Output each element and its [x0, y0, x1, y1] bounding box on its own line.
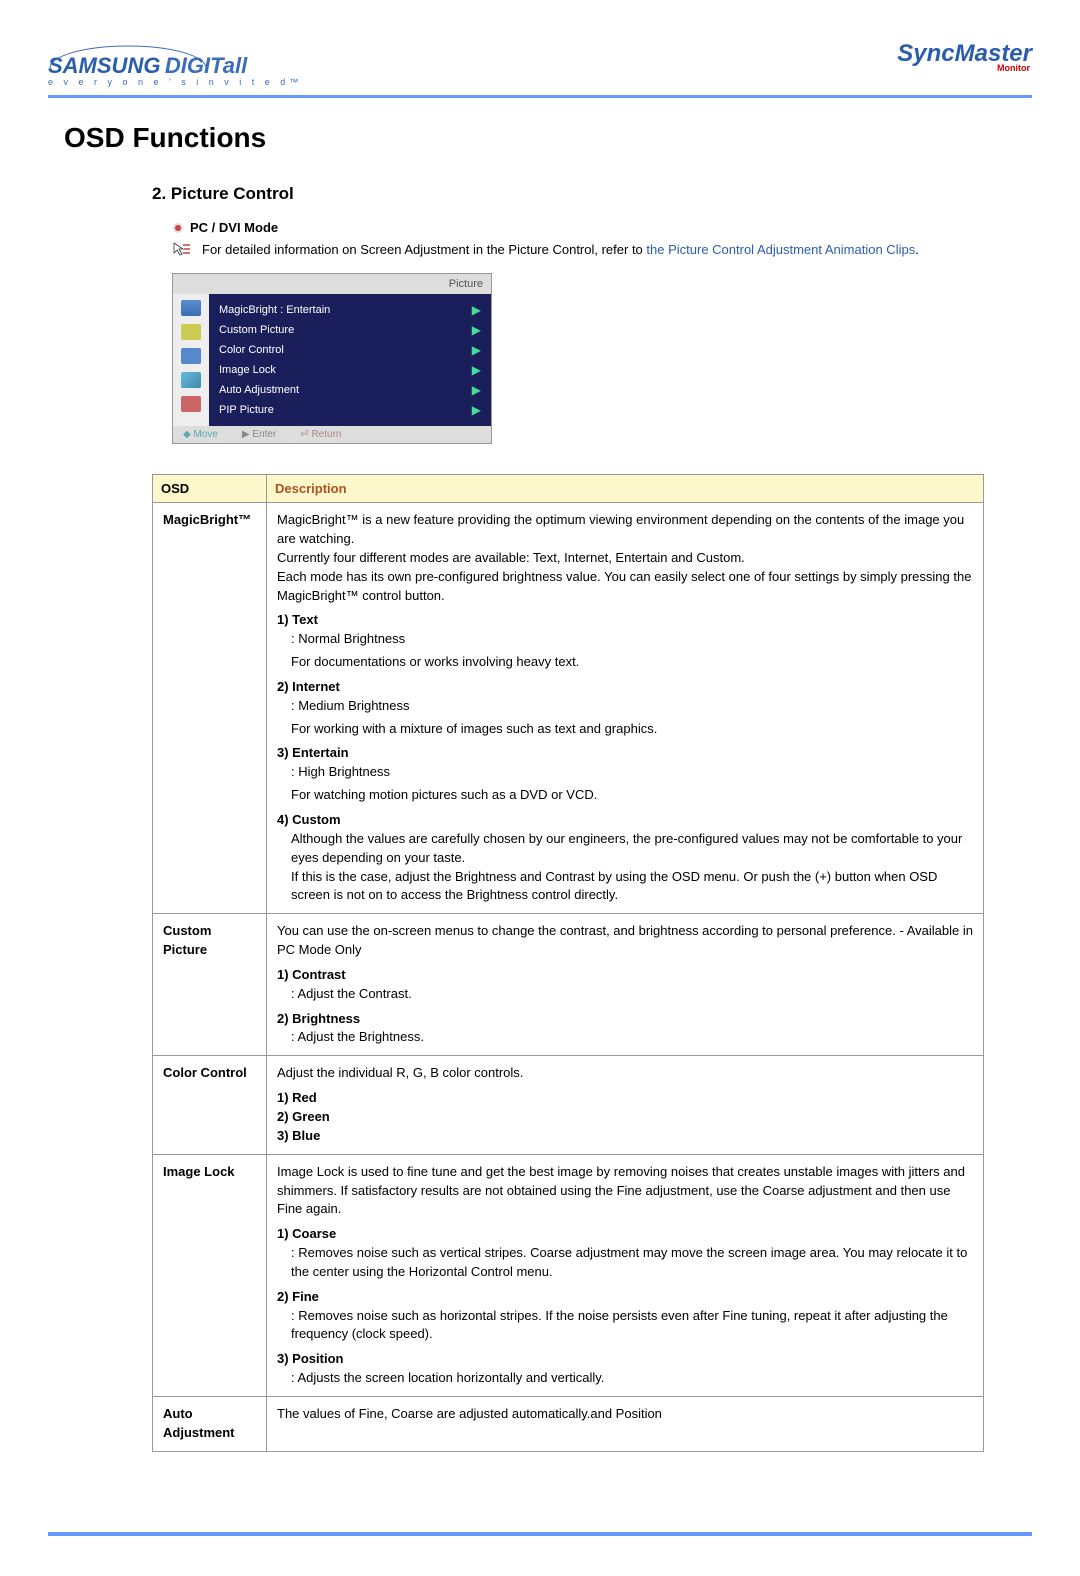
mode-label: PC / DVI Mode: [190, 220, 278, 235]
osd-footer-return: ⏎ Return: [300, 429, 341, 440]
row-label-magicbright: MagicBright™: [153, 503, 267, 914]
chevron-right-icon: ▶: [472, 323, 481, 337]
page-title: OSD Functions: [48, 122, 1032, 154]
osd-screenshot: Picture MagicBright : Entertain▶ Custom …: [172, 273, 492, 444]
section-header: 2. Picture Control: [152, 184, 984, 204]
page-header: SAMSUNG DIGITall e v e r y o n e ' s i n…: [48, 40, 1032, 87]
osd-menu-item: Color Control▶: [219, 340, 481, 360]
table-header-desc: Description: [267, 475, 984, 503]
osd-footer-enter: ▶ Enter: [242, 429, 276, 440]
chevron-right-icon: ▶: [472, 403, 481, 417]
osd-side-icon: [181, 372, 201, 388]
table-row: Color Control Adjust the individual R, G…: [153, 1056, 984, 1154]
brand-left: SAMSUNG DIGITall e v e r y o n e ' s i n…: [48, 40, 302, 87]
osd-footer-move: ◆ Move: [183, 429, 218, 440]
brand-digitall: DIGITall: [165, 53, 247, 78]
bullet-icon: [172, 222, 184, 234]
table-header-osd: OSD: [153, 475, 267, 503]
osd-menu-item: PIP Picture▶: [219, 400, 481, 420]
brand-samsung: SAMSUNG: [48, 53, 160, 78]
osd-menu-item: Auto Adjustment▶: [219, 380, 481, 400]
brand-tagline: e v e r y o n e ' s i n v i t e d™: [48, 77, 302, 87]
description-table: OSD Description MagicBright™ MagicBright…: [152, 474, 984, 1451]
osd-footer: ◆ Move ▶ Enter ⏎ Return: [173, 426, 491, 443]
osd-menu-list: MagicBright : Entertain▶ Custom Picture▶…: [209, 294, 491, 426]
osd-menu-item: Image Lock▶: [219, 360, 481, 380]
row-label-custom-picture: Custom Picture: [153, 914, 267, 1056]
info-post: .: [915, 242, 919, 257]
osd-sidebar: [173, 294, 209, 426]
row-desc-image-lock: Image Lock is used to fine tune and get …: [267, 1154, 984, 1396]
chevron-right-icon: ▶: [472, 363, 481, 377]
chevron-right-icon: ▶: [472, 383, 481, 397]
osd-side-icon: [181, 348, 201, 364]
brand-right: SyncMaster Monitor: [897, 40, 1032, 73]
table-row: Image Lock Image Lock is used to fine tu…: [153, 1154, 984, 1396]
chevron-right-icon: ▶: [472, 343, 481, 357]
mode-header: PC / DVI Mode: [172, 220, 984, 235]
osd-side-icon: [181, 324, 201, 340]
row-desc-magicbright: MagicBright™ is a new feature providing …: [267, 503, 984, 914]
info-pre: For detailed information on Screen Adjus…: [202, 242, 646, 257]
row-label-image-lock: Image Lock: [153, 1154, 267, 1396]
osd-side-icon: [181, 300, 201, 316]
top-divider: [48, 95, 1032, 98]
table-row: MagicBright™ MagicBright™ is a new featu…: [153, 503, 984, 914]
row-label-color-control: Color Control: [153, 1056, 267, 1154]
osd-menu-item: MagicBright : Entertain▶: [219, 300, 481, 320]
bottom-divider: [48, 1532, 1032, 1536]
table-row: Auto Adjustment The values of Fine, Coar…: [153, 1396, 984, 1451]
osd-side-icon: [181, 396, 201, 412]
info-row: For detailed information on Screen Adjus…: [172, 241, 984, 259]
row-desc-auto-adjustment: The values of Fine, Coarse are adjusted …: [267, 1396, 984, 1451]
osd-top-label: Picture: [173, 274, 491, 294]
row-desc-custom-picture: You can use the on-screen menus to chang…: [267, 914, 984, 1056]
table-row: Custom Picture You can use the on-screen…: [153, 914, 984, 1056]
osd-menu-item: Custom Picture▶: [219, 320, 481, 340]
chevron-right-icon: ▶: [472, 303, 481, 317]
cursor-icon: [172, 241, 192, 257]
row-desc-color-control: Adjust the individual R, G, B color cont…: [267, 1056, 984, 1154]
row-label-auto-adjustment: Auto Adjustment: [153, 1396, 267, 1451]
animation-clips-link[interactable]: the Picture Control Adjustment Animation…: [646, 242, 915, 257]
